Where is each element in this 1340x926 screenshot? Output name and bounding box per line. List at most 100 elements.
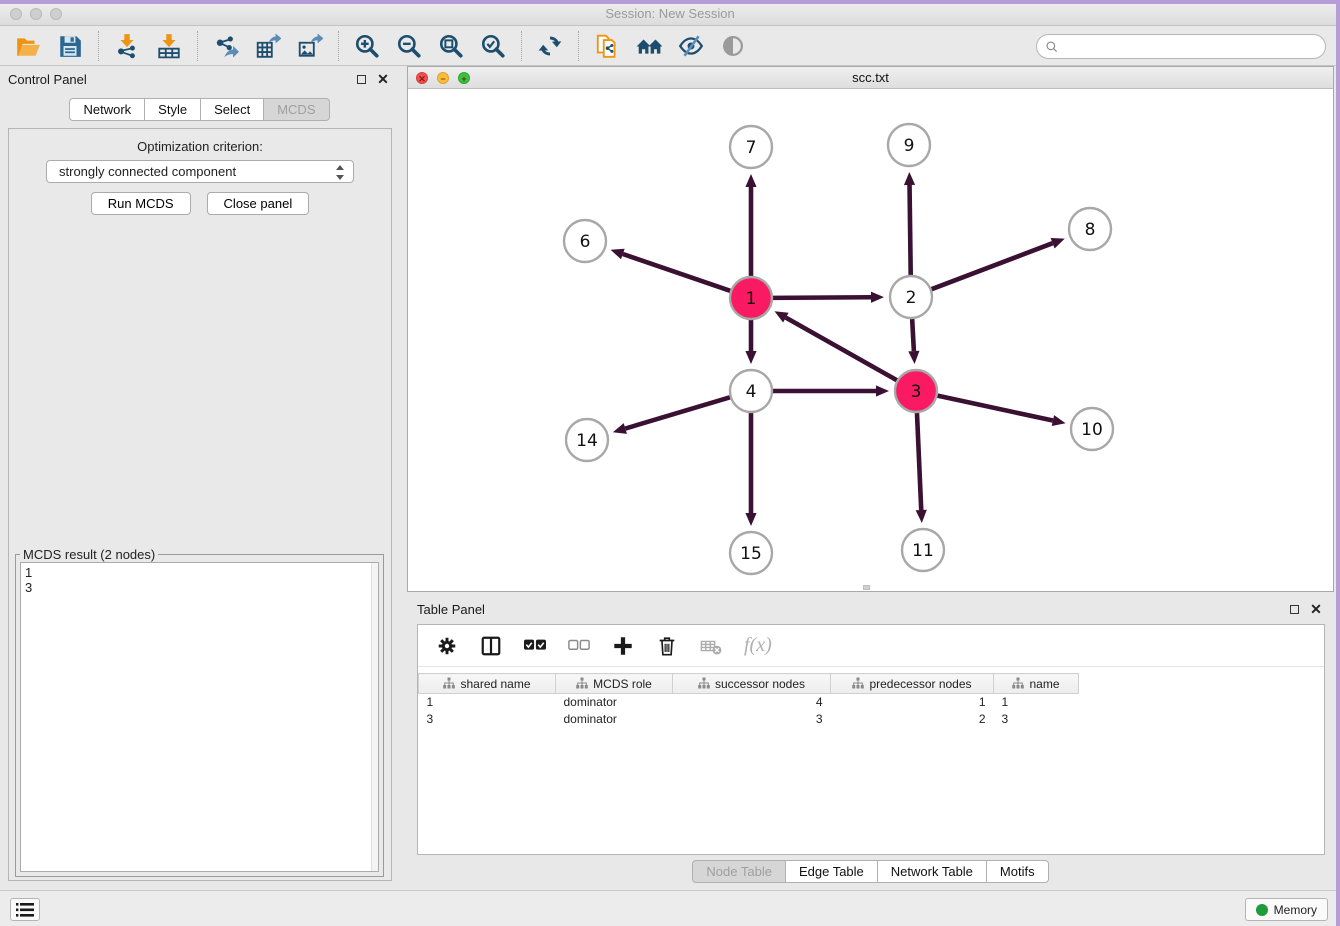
edge-4-14[interactable] (625, 397, 730, 428)
function-builder-icon[interactable]: f(x) (744, 634, 772, 657)
tab-mcds[interactable]: MCDS (263, 98, 329, 121)
export-image-icon[interactable] (296, 32, 324, 60)
table-cell: dominator (556, 694, 673, 711)
tab-network-table[interactable]: Network Table (877, 860, 987, 883)
zoom-fit-icon[interactable] (437, 32, 465, 60)
export-table-icon[interactable] (254, 32, 282, 60)
graph-node-label: 1 (746, 289, 757, 309)
table-row[interactable]: 1dominator411 (419, 694, 1079, 711)
table-toolbar: f(x) (418, 625, 1324, 667)
table-cell: 3 (419, 711, 556, 728)
memory-status-icon (1256, 904, 1268, 916)
table-panel-header: Table Panel ✕ (407, 596, 1334, 622)
home-view-icon[interactable] (635, 32, 663, 60)
edge-arrowhead (876, 385, 889, 396)
close-table-panel-icon[interactable]: ✕ (1308, 601, 1324, 617)
run-mcds-button[interactable]: Run MCDS (91, 192, 191, 215)
table-cell: dominator (556, 711, 673, 728)
edge-arrowhead (611, 249, 625, 260)
table-cell: 4 (673, 694, 831, 711)
edge-2-3[interactable] (912, 319, 914, 351)
edge-arrowhead (908, 351, 919, 364)
mcds-result-text[interactable]: 1 3 (20, 562, 379, 872)
desktop-edge-right (1336, 0, 1340, 926)
level-of-detail-icon[interactable] (719, 32, 747, 60)
select-updown-icon (333, 164, 347, 181)
open-session-icon[interactable] (14, 32, 42, 60)
table-row[interactable]: 3dominator323 (419, 711, 1079, 728)
zoom-out-icon[interactable] (395, 32, 423, 60)
network-canvas[interactable]: 7968124314101511 (408, 89, 1333, 591)
zoom-selected-icon[interactable] (479, 32, 507, 60)
mcds-result-scrollbar[interactable] (371, 563, 378, 871)
export-network-icon[interactable] (212, 32, 240, 60)
network-title: scc.txt (408, 70, 1333, 85)
graph-node-label: 6 (580, 232, 591, 252)
tab-node-table[interactable]: Node Table (692, 860, 786, 883)
import-table-icon[interactable] (155, 32, 183, 60)
tab-motifs[interactable]: Motifs (986, 860, 1049, 883)
hide-graphics-icon[interactable] (677, 32, 705, 60)
delete-table-icon[interactable] (700, 635, 722, 657)
node-table-container: f(x) shared nameMCDS rolesuccessor nodes… (417, 624, 1325, 855)
node-table[interactable]: shared nameMCDS rolesuccessor nodesprede… (418, 673, 1079, 728)
refresh-icon[interactable] (536, 32, 564, 60)
deselect-all-icon[interactable] (568, 635, 590, 657)
edge-3-10[interactable] (938, 396, 1053, 421)
close-panel-icon[interactable]: ✕ (375, 71, 391, 87)
network-resize-handle[interactable] (863, 585, 870, 590)
edge-2-9[interactable] (910, 185, 911, 275)
network-window-titlebar: ✕ − + scc.txt (408, 67, 1333, 89)
memory-button[interactable]: Memory (1245, 898, 1328, 921)
edge-arrowhead (745, 174, 756, 187)
graph-node-label: 3 (911, 382, 922, 402)
zoom-in-icon[interactable] (353, 32, 381, 60)
float-panel-icon[interactable] (353, 71, 369, 87)
search-box[interactable] (1036, 34, 1326, 59)
desktop-edge-top (0, 0, 1340, 4)
column-header-successor-nodes[interactable]: successor nodes (673, 674, 831, 694)
mcds-result-title: MCDS result (2 nodes) (20, 547, 158, 562)
graph-node-label: 11 (912, 541, 934, 561)
tab-style[interactable]: Style (144, 98, 201, 121)
tab-edge-table[interactable]: Edge Table (785, 860, 878, 883)
float-table-panel-icon[interactable] (1286, 601, 1302, 617)
network-graph[interactable]: 7968124314101511 (408, 89, 1333, 591)
memory-label: Memory (1274, 903, 1317, 917)
save-session-icon[interactable] (56, 32, 84, 60)
edge-arrowhead (916, 510, 927, 523)
tab-network[interactable]: Network (69, 98, 145, 121)
edge-1-2[interactable] (773, 297, 871, 298)
settings-gear-icon[interactable] (436, 635, 458, 657)
task-history-button[interactable] (10, 898, 40, 921)
tab-select[interactable]: Select (200, 98, 264, 121)
network-view-window: ✕ − + scc.txt 7968124314101511 (407, 66, 1334, 592)
control-panel-tabs: NetworkStyleSelectMCDS (0, 98, 399, 121)
import-network-icon[interactable] (113, 32, 141, 60)
close-panel-button[interactable]: Close panel (207, 192, 310, 215)
add-column-icon[interactable] (612, 635, 634, 657)
edge-3-1[interactable] (786, 318, 897, 381)
list-icon (16, 903, 34, 917)
search-input[interactable] (1059, 37, 1325, 57)
column-header-predecessor-nodes[interactable]: predecessor nodes (831, 674, 994, 694)
column-header-shared-name[interactable]: shared name (419, 674, 556, 694)
edge-1-6[interactable] (623, 254, 730, 291)
table-cell: 2 (831, 711, 994, 728)
delete-column-icon[interactable] (656, 635, 678, 657)
edge-3-11[interactable] (917, 413, 921, 510)
edge-2-8[interactable] (932, 243, 1053, 289)
table-cell: 3 (994, 711, 1079, 728)
column-header-name[interactable]: name (994, 674, 1079, 694)
edge-arrowhead (904, 172, 915, 185)
graph-node-label: 4 (746, 382, 757, 402)
clone-network-icon[interactable] (593, 32, 621, 60)
show-columns-icon[interactable] (480, 635, 502, 657)
edge-arrowhead (871, 292, 884, 303)
edge-arrowhead (1051, 238, 1065, 248)
select-all-icon[interactable] (524, 635, 546, 657)
column-header-MCDS-role[interactable]: MCDS role (556, 674, 673, 694)
criterion-select[interactable]: strongly connected component (46, 160, 354, 183)
edge-arrowhead (1052, 415, 1066, 426)
table-panel: Table Panel ✕ f(x) shared nameMCDS roles… (407, 596, 1334, 888)
